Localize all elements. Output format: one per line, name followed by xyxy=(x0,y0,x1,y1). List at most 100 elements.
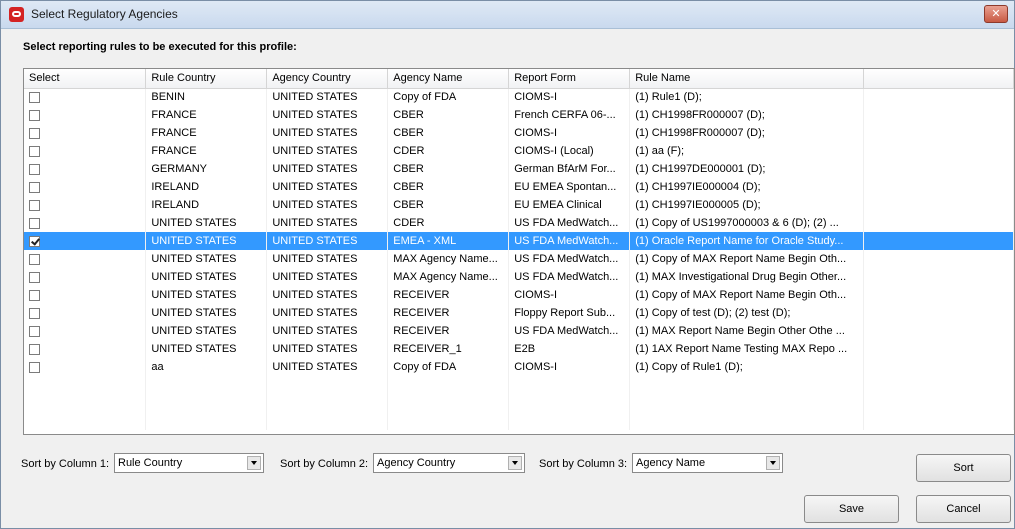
cell-agency-country: UNITED STATES xyxy=(266,214,389,232)
empty-cell xyxy=(863,412,1014,430)
col-header-agency-name[interactable]: Agency Name xyxy=(387,69,510,89)
table-row[interactable]: UNITED STATES UNITED STATES RECEIVER CIOMS-… xyxy=(24,286,1014,304)
cell-filler xyxy=(863,106,1014,124)
empty-cell xyxy=(145,376,268,394)
cell-rule-country: UNITED STATES xyxy=(145,340,268,358)
cell-filler xyxy=(863,250,1014,268)
table-row[interactable]: FRANCE UNITED STATES CDER CIOMS-I (Local) (1… xyxy=(24,142,1014,160)
select-cell xyxy=(24,160,147,178)
empty-cell xyxy=(387,394,510,412)
cell-filler xyxy=(863,286,1014,304)
cell-rule-name: (1) Copy of Rule1 (D); xyxy=(629,358,865,376)
select-cell xyxy=(24,124,147,142)
chevron-down-icon[interactable] xyxy=(766,456,780,470)
select-checkbox[interactable] xyxy=(29,181,40,193)
select-checkbox[interactable] xyxy=(29,325,40,337)
cell-rule-name: (1) aa (F); xyxy=(629,142,865,160)
empty-cell xyxy=(629,394,865,412)
table-row[interactable]: GERMANY UNITED STATES CBER German BfArM For… xyxy=(24,160,1014,178)
cell-report-form: CIOMS-I xyxy=(508,358,631,376)
cell-filler xyxy=(863,88,1014,106)
cell-agency-name: CDER xyxy=(387,142,510,160)
select-checkbox[interactable] xyxy=(29,343,40,355)
table-row[interactable]: UNITED STATES UNITED STATES RECEIVER US FDA… xyxy=(24,322,1014,340)
cell-rule-country: FRANCE xyxy=(145,106,268,124)
table-row[interactable]: IRELAND UNITED STATES CBER EU EMEA Clinical… xyxy=(24,196,1014,214)
cell-filler xyxy=(863,124,1014,142)
sort-column-3-select[interactable]: Agency Name xyxy=(632,453,783,473)
select-checkbox[interactable] xyxy=(29,91,40,103)
chevron-down-icon[interactable] xyxy=(247,456,261,470)
table-row[interactable]: BENIN UNITED STATES Copy of FDA CIOMS-I (1) … xyxy=(24,88,1014,106)
cell-rule-name: (1) CH1998FR000007 (D); xyxy=(629,106,865,124)
cell-rule-name: (1) CH1998FR000007 (D); xyxy=(629,124,865,142)
title-bar: Select Regulatory Agencies ✕ xyxy=(1,1,1014,29)
instruction-text: Select reporting rules to be executed fo… xyxy=(23,41,297,53)
table-row[interactable]: UNITED STATES UNITED STATES MAX Agency Nam… xyxy=(24,250,1014,268)
table-row[interactable]: FRANCE UNITED STATES CBER French CERFA 06-.… xyxy=(24,106,1014,124)
select-checkbox[interactable] xyxy=(29,271,40,283)
chevron-down-icon[interactable] xyxy=(508,456,522,470)
select-checkbox[interactable] xyxy=(29,361,40,373)
select-checkbox[interactable] xyxy=(29,217,40,229)
table-row[interactable]: IRELAND UNITED STATES CBER EU EMEA Spontan.… xyxy=(24,178,1014,196)
cell-report-form: US FDA MedWatch... xyxy=(508,322,631,340)
cell-agency-country: UNITED STATES xyxy=(266,322,389,340)
table-row[interactable]: FRANCE UNITED STATES CBER CIOMS-I (1) CH1998… xyxy=(24,124,1014,142)
table-row[interactable]: UNITED STATES UNITED STATES RECEIVER_1 E2B(… xyxy=(24,340,1014,358)
window-title: Select Regulatory Agencies xyxy=(31,7,178,21)
cell-filler xyxy=(863,358,1014,376)
cell-agency-name: CDER xyxy=(387,214,510,232)
cell-rule-country: UNITED STATES xyxy=(145,322,268,340)
select-checkbox[interactable] xyxy=(29,109,40,121)
sort-button[interactable]: Sort xyxy=(916,454,1011,482)
col-header-select[interactable]: Select xyxy=(24,69,147,89)
cell-agency-country: UNITED STATES xyxy=(266,160,389,178)
table-row[interactable]: UNITED STATES UNITED STATES RECEIVER Floppy… xyxy=(24,304,1014,322)
cell-rule-name: (1) Copy of US1997000003 & 6 (D); (2) ..… xyxy=(629,214,865,232)
select-checkbox[interactable] xyxy=(29,235,40,247)
table-row[interactable]: UNITED STATES UNITED STATES EMEA - XML US F… xyxy=(24,232,1014,250)
rules-grid[interactable]: Select Rule Country Agency Country Agenc… xyxy=(23,68,1015,435)
cell-rule-name: (1) Rule1 (D); xyxy=(629,88,865,106)
cell-report-form: EU EMEA Clinical xyxy=(508,196,631,214)
table-row[interactable]: UNITED STATES UNITED STATES CDER US FDA Med… xyxy=(24,214,1014,232)
select-checkbox[interactable] xyxy=(29,289,40,301)
select-checkbox[interactable] xyxy=(29,307,40,319)
cell-agency-country: UNITED STATES xyxy=(266,304,389,322)
cell-rule-country: IRELAND xyxy=(145,196,268,214)
save-button[interactable]: Save xyxy=(804,495,899,523)
empty-cell xyxy=(145,394,268,412)
close-button[interactable]: ✕ xyxy=(984,5,1008,23)
select-checkbox[interactable] xyxy=(29,127,40,139)
select-checkbox[interactable] xyxy=(29,163,40,175)
cell-rule-name: (1) Copy of test (D); (2) test (D); xyxy=(629,304,865,322)
cell-agency-country: UNITED STATES xyxy=(266,340,389,358)
empty-cell xyxy=(266,394,389,412)
cell-agency-country: UNITED STATES xyxy=(266,142,389,160)
cell-report-form: French CERFA 06-... xyxy=(508,106,631,124)
col-header-rule-country[interactable]: Rule Country xyxy=(145,69,268,89)
table-row[interactable]: aa UNITED STATES Copy of FDA CIOMS-I (1) Cop… xyxy=(24,358,1014,376)
select-checkbox[interactable] xyxy=(29,145,40,157)
cell-report-form: US FDA MedWatch... xyxy=(508,232,631,250)
table-row[interactable]: UNITED STATES UNITED STATES MAX Agency Nam… xyxy=(24,268,1014,286)
col-header-rule-name[interactable]: Rule Name xyxy=(629,69,865,89)
select-checkbox[interactable] xyxy=(29,253,40,265)
select-checkbox[interactable] xyxy=(29,199,40,211)
cell-report-form: US FDA MedWatch... xyxy=(508,268,631,286)
empty-cell xyxy=(145,412,268,430)
sort-column-2-select[interactable]: Agency Country xyxy=(373,453,525,473)
cell-agency-country: UNITED STATES xyxy=(266,106,389,124)
cancel-button[interactable]: Cancel xyxy=(916,495,1011,523)
cell-agency-name: CBER xyxy=(387,196,510,214)
sort-column-3-value: Agency Name xyxy=(636,457,706,469)
empty-cell xyxy=(629,376,865,394)
col-header-agency-country[interactable]: Agency Country xyxy=(266,69,389,89)
sort-column-1-select[interactable]: Rule Country xyxy=(114,453,264,473)
empty-cell xyxy=(508,412,631,430)
empty-cell xyxy=(629,412,865,430)
cell-filler xyxy=(863,232,1014,250)
col-header-report-form[interactable]: Report Form xyxy=(508,69,631,89)
sort-column-1-value: Rule Country xyxy=(118,457,183,469)
